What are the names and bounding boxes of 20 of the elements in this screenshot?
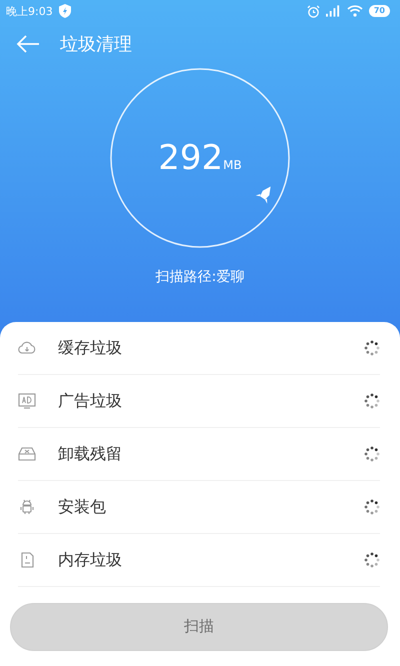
shield-icon (58, 4, 71, 18)
cloud-icon (18, 340, 36, 356)
tray-icon (18, 446, 36, 462)
junk-category[interactable]: 卸载残留 (58, 444, 364, 464)
junk-category[interactable]: 安装包 (58, 496, 364, 518)
junk-category[interactable]: 内存垃圾 (58, 550, 364, 570)
wifi-icon (346, 5, 363, 17)
status-time: 晚上9:03 (6, 4, 53, 18)
ad-screen-icon (18, 393, 36, 409)
back-arrow-icon[interactable] (16, 34, 40, 54)
page-title: 垃圾清理 (60, 33, 132, 56)
junk-size: 292 (158, 138, 224, 178)
size-unit: MB (223, 158, 242, 172)
scan-path: 扫描路径:爱聊 (154, 268, 246, 286)
android-icon (18, 499, 36, 515)
signal-icon (326, 5, 341, 17)
battery-indicator: 70 (368, 5, 390, 17)
alarm-icon (306, 4, 320, 18)
junk-category[interactable]: 缓存垃圾 (58, 338, 364, 358)
junk-category[interactable]: 广告垃圾 (58, 390, 364, 412)
